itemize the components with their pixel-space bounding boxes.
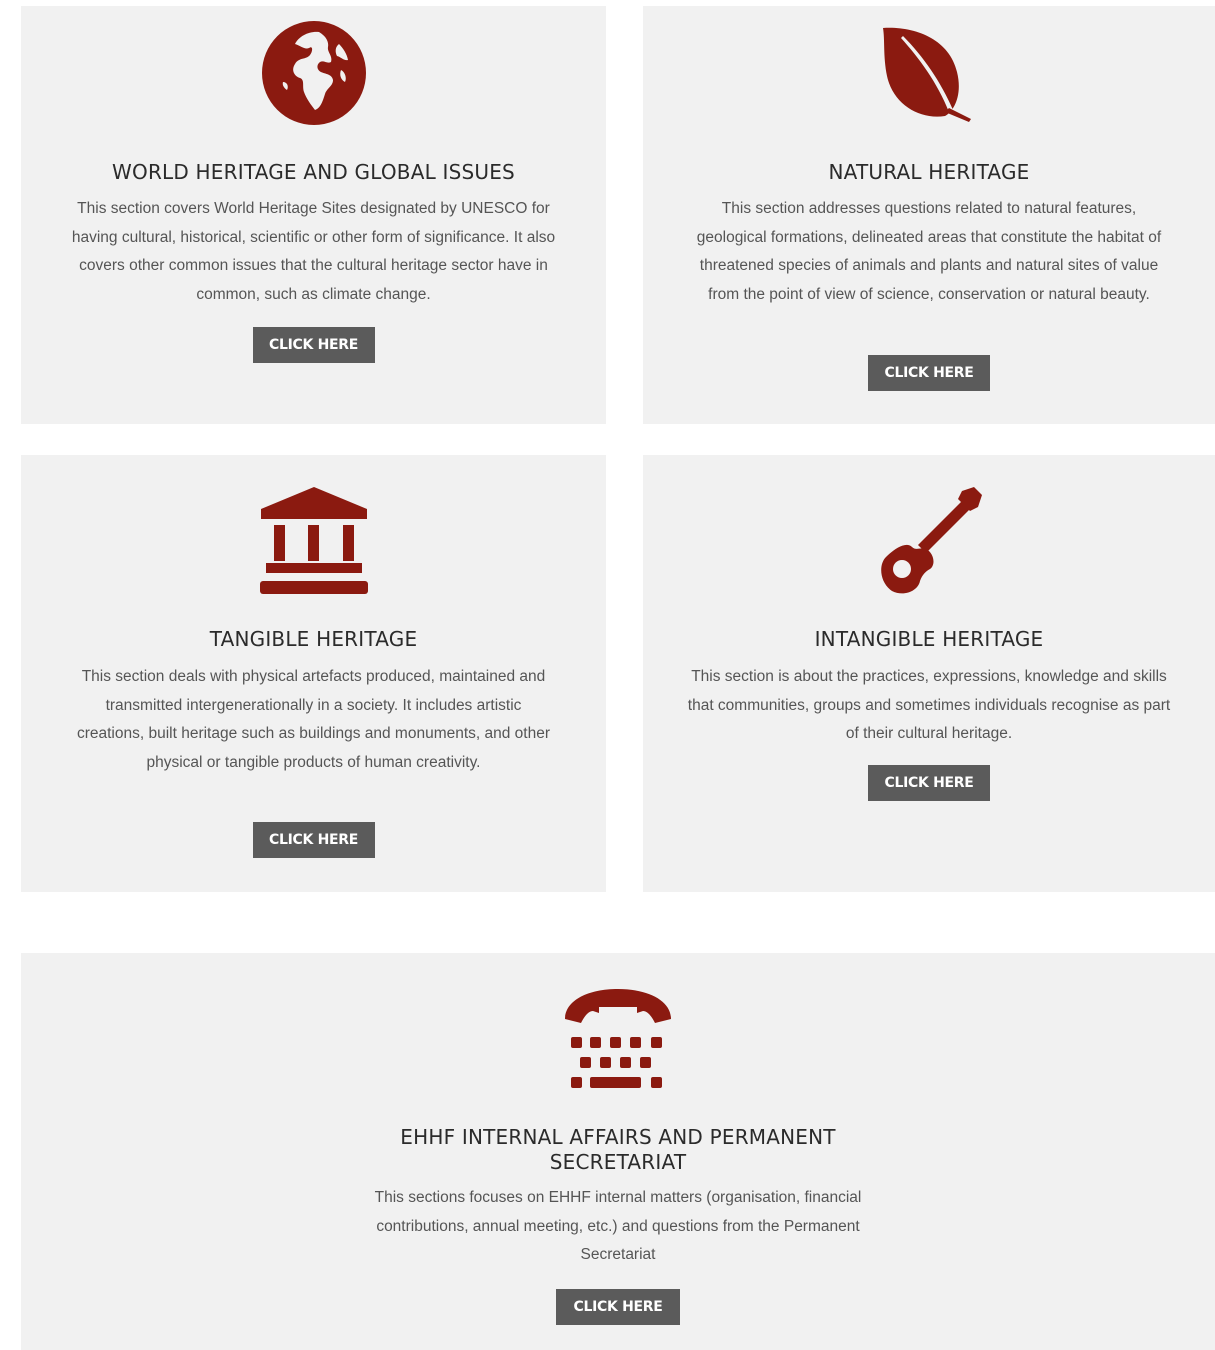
- click-here-button[interactable]: CLICK HERE: [556, 1289, 680, 1325]
- card-description: This sections focuses on EHHF internal m…: [374, 1189, 862, 1264]
- card-ehhf-internal-affairs: EHHF INTERNAL AFFAIRS AND PERMANENT SECR…: [21, 953, 1215, 1350]
- card-title: NATURAL HERITAGE: [828, 160, 1030, 184]
- click-here-button[interactable]: CLICK HERE: [868, 765, 990, 801]
- click-here-button[interactable]: CLICK HERE: [252, 822, 375, 858]
- telephone-icon: [565, 989, 671, 1088]
- card-title: WORLD HERITAGE AND GLOBAL ISSUES: [112, 160, 515, 184]
- card-title: TANGIBLE HERITAGE: [209, 627, 418, 651]
- globe-icon: [261, 21, 366, 125]
- card-intangible-heritage: INTANGIBLE HERITAGE This section is abou…: [643, 455, 1215, 892]
- card-natural-heritage: NATURAL HERITAGE This section addresses …: [643, 6, 1215, 424]
- card-title: INTANGIBLE HERITAGE: [814, 627, 1044, 651]
- card-description: This section addresses questions related…: [696, 200, 1162, 304]
- card-description: This section is about the practices, exp…: [687, 668, 1171, 743]
- card-title-line1: EHHF INTERNAL AFFAIRS AND PERMANENT: [400, 1125, 836, 1149]
- click-here-button[interactable]: CLICK HERE: [868, 355, 990, 391]
- card-tangible-heritage: TANGIBLE HERITAGE This section deals wit…: [21, 455, 606, 892]
- card-description: This section deals with physical artefac…: [76, 668, 551, 772]
- museum-icon: [259, 487, 368, 594]
- guitar-icon: [881, 487, 982, 594]
- click-here-button[interactable]: CLICK HERE: [252, 327, 375, 363]
- card-description: This section covers World Heritage Sites…: [71, 200, 556, 304]
- card-title-line2: SECRETARIAT: [549, 1150, 687, 1174]
- card-world-heritage: WORLD HERITAGE AND GLOBAL ISSUES This se…: [21, 6, 606, 424]
- leaf-icon: [883, 27, 971, 122]
